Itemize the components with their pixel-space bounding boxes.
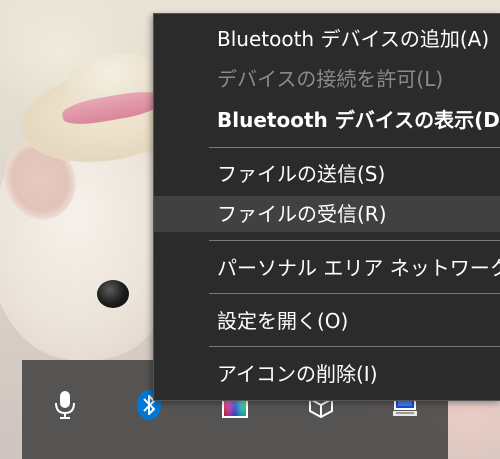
menu-item-allow-connection[interactable]: デバイスの接続を許可(L) [154, 61, 500, 97]
menu-item-receive-file[interactable]: ファイルの受信(R) [154, 196, 500, 232]
menu-item-join-personal-area-network[interactable]: パーソナル エリア ネットワークへ参加(J) [154, 250, 500, 286]
plush-toy-eye [97, 280, 129, 308]
menu-item-send-file[interactable]: ファイルの送信(S) [154, 156, 500, 192]
menu-separator [209, 346, 500, 347]
menu-separator [209, 240, 500, 241]
menu-item-show-bluetooth-devices[interactable]: Bluetooth デバイスの表示(D) [154, 102, 500, 138]
menu-separator [209, 147, 500, 148]
menu-item-remove-icon[interactable]: アイコンの削除(I) [154, 356, 500, 392]
menu-item-open-settings[interactable]: 設定を開く(O) [154, 303, 500, 339]
bluetooth-context-menu: Bluetooth デバイスの追加(A) デバイスの接続を許可(L) Bluet… [153, 13, 500, 401]
microphone-icon[interactable] [50, 390, 80, 420]
menu-item-add-bluetooth-device[interactable]: Bluetooth デバイスの追加(A) [154, 21, 500, 57]
menu-separator [209, 293, 500, 294]
